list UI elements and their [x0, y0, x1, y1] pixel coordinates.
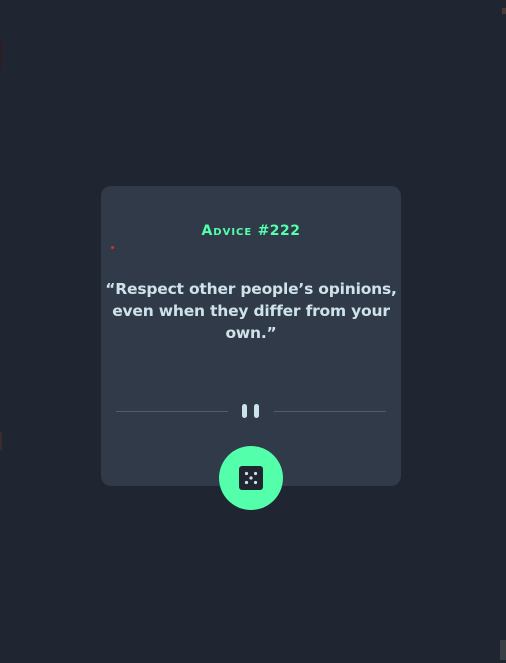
advice-card: Advice #222 “Respect other people’s opin… [101, 186, 401, 486]
generate-advice-button[interactable] [219, 446, 283, 510]
dice-icon [239, 466, 263, 490]
advice-title: Advice #222 [101, 223, 401, 239]
pattern-divider [116, 402, 386, 420]
edge-mark-right-top [502, 8, 506, 14]
pause-icon [242, 404, 262, 418]
app-page: Advice #222 “Respect other people’s opin… [0, 0, 506, 663]
divider-line-right [274, 411, 386, 412]
edge-mark-left-mid [0, 432, 2, 450]
divider-line-left [116, 411, 228, 412]
edge-mark-right-bottom [500, 640, 506, 660]
advice-label: Advice [201, 223, 253, 239]
advice-quote: “Respect other people’s opinions, even w… [105, 280, 397, 342]
advice-number: #222 [257, 223, 301, 239]
decorative-dot [111, 246, 114, 249]
edge-mark-left-top [0, 40, 2, 70]
